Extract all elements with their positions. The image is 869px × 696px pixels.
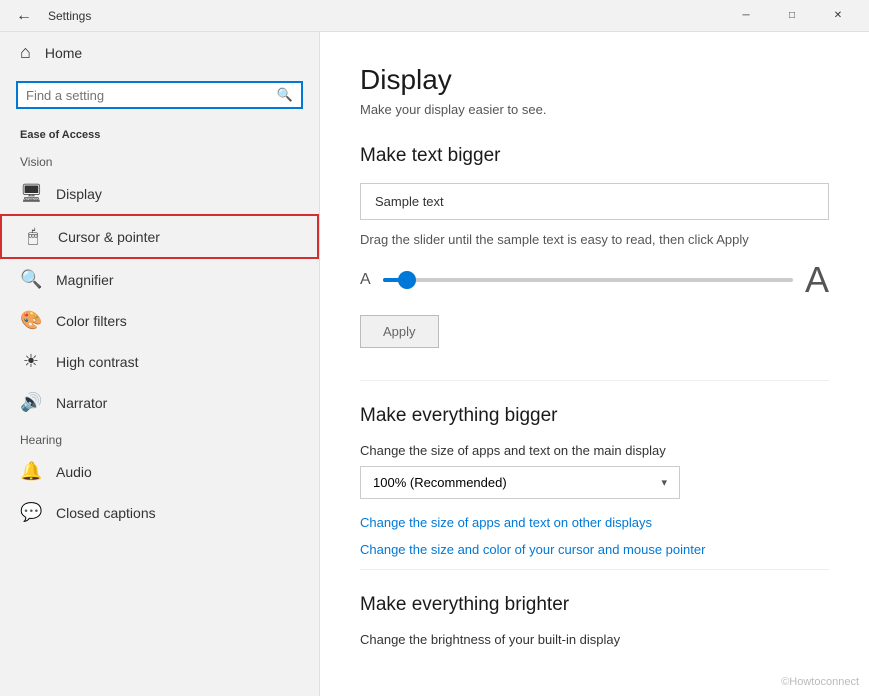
hearing-category-label: Hearing [0,423,319,451]
sidebar-item-cursor-pointer-label: Cursor & pointer [58,229,160,245]
section-title-make-text-bigger: Make text bigger [360,145,829,167]
section-divider-2 [360,569,829,570]
high-contrast-icon: ☀ [20,351,42,372]
sidebar-item-magnifier-label: Magnifier [56,272,114,288]
sidebar-item-narrator-label: Narrator [56,395,107,411]
close-button[interactable]: ✕ [815,0,861,32]
audio-icon: 🔔 [20,461,42,482]
closed-captions-icon: 💬 [20,502,42,523]
sidebar-item-high-contrast-label: High contrast [56,354,138,370]
sidebar-item-cursor-pointer[interactable]: 🖱 Cursor & pointer [0,214,319,259]
sidebar-item-color-filters-label: Color filters [56,313,127,329]
cursor-pointer-icon: 🖱 [22,226,44,247]
sidebar-item-high-contrast[interactable]: ☀ High contrast [0,341,319,382]
sidebar-item-closed-captions-label: Closed captions [56,505,156,521]
titlebar-title: Settings [48,9,91,23]
color-filters-icon: 🎨 [20,310,42,331]
watermark: ©Howtoconnect [781,676,859,688]
titlebar-left: ← Settings [8,3,91,29]
home-label: Home [45,45,82,61]
link-other-displays[interactable]: Change the size of apps and text on othe… [360,515,829,530]
sidebar-item-magnifier[interactable]: 🔍 Magnifier [0,259,319,300]
brighter-description: Change the brightness of your built-in d… [360,632,829,647]
page-title: Display [360,64,829,96]
dropdown-label: Change the size of apps and text on the … [360,443,829,458]
slider-small-label: A [360,271,371,289]
section-title-make-everything-brighter: Make everything brighter [360,594,829,616]
home-icon: ⌂ [20,42,31,63]
main-content: Display Make your display easier to see.… [320,32,869,696]
chevron-down-icon: ▾ [661,476,667,489]
minimize-button[interactable]: ─ [723,0,769,32]
sidebar-item-color-filters[interactable]: 🎨 Color filters [0,300,319,341]
sidebar-item-home[interactable]: ⌂ Home [0,32,319,73]
slider-large-label: A [805,259,829,301]
dropdown-value: 100% (Recommended) [373,475,507,490]
section-divider [360,380,829,381]
apply-button[interactable]: Apply [360,315,439,348]
search-box: 🔍 [16,81,303,109]
sidebar-item-closed-captions[interactable]: 💬 Closed captions [0,492,319,533]
restore-button[interactable]: □ [769,0,815,32]
slider-thumb[interactable] [398,271,416,289]
section-title-make-everything-bigger: Make everything bigger [360,405,829,427]
display-icon: 🖥 [20,183,42,204]
vision-category-label: Vision [0,145,319,173]
titlebar-controls: ─ □ ✕ [723,0,861,32]
narrator-icon: 🔊 [20,392,42,413]
slider-track [383,278,793,282]
slider-track-container [383,278,793,282]
magnifier-icon: 🔍 [20,269,42,290]
sidebar-item-audio-label: Audio [56,464,92,480]
page-subtitle: Make your display easier to see. [360,102,829,117]
sidebar-item-narrator[interactable]: 🔊 Narrator [0,382,319,423]
back-button[interactable]: ← [8,3,40,29]
app-body: ⌂ Home 🔍 Ease of Access Vision 🖥 Display… [0,32,869,696]
size-dropdown[interactable]: 100% (Recommended) ▾ [360,466,680,499]
sample-text-box: Sample text [360,183,829,220]
sidebar: ⌂ Home 🔍 Ease of Access Vision 🖥 Display… [0,32,320,696]
search-input[interactable] [26,88,277,103]
link-cursor-color[interactable]: Change the size and color of your cursor… [360,542,829,557]
sidebar-item-audio[interactable]: 🔔 Audio [0,451,319,492]
titlebar: ← Settings ─ □ ✕ [0,0,869,32]
slider-description: Drag the slider until the sample text is… [360,232,829,247]
text-size-slider-row: A A [360,259,829,301]
ease-of-access-label: Ease of Access [0,121,319,145]
search-icon: 🔍 [277,87,293,103]
sidebar-item-display[interactable]: 🖥 Display [0,173,319,214]
sidebar-item-display-label: Display [56,186,102,202]
